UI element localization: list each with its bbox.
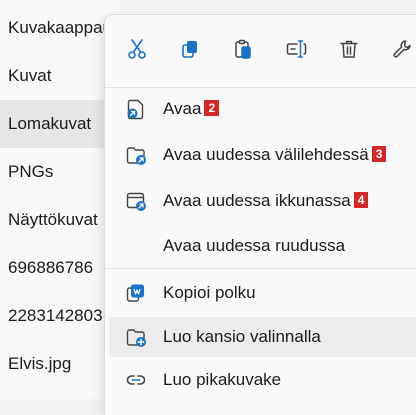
menu-item-label: Avaa 2 xyxy=(163,99,220,119)
new-tab-icon xyxy=(125,144,147,166)
file-name: Kuvat xyxy=(8,66,52,85)
menu-item-open-new-window[interactable]: Avaa uudessa ikkunassa 4 xyxy=(109,181,416,221)
file-item[interactable]: Kuvat xyxy=(0,52,120,100)
file-item[interactable]: Kuvakaappaukset xyxy=(0,4,120,52)
file-item[interactable]: 696886786 xyxy=(0,244,120,292)
file-name: Lomakuvat xyxy=(8,114,92,133)
file-name: Elvis.jpg xyxy=(8,354,72,373)
shortcut-badge: 3 xyxy=(371,146,387,162)
file-item[interactable]: PNGs xyxy=(0,148,120,196)
paste-button[interactable] xyxy=(227,35,259,67)
settings-button[interactable] xyxy=(386,35,416,67)
copy-button[interactable] xyxy=(174,35,206,67)
file-name: PNGs xyxy=(8,162,54,181)
file-item[interactable]: Elvis.jpg xyxy=(0,340,120,388)
divider xyxy=(105,87,416,88)
file-name: 2283142803 xyxy=(8,306,103,325)
menu-item-open-new-tab[interactable]: Avaa uudessa välilehdessä 3 xyxy=(109,135,416,175)
menu-item-create-shortcut[interactable]: Luo pikakuvake xyxy=(109,360,416,400)
copy-path-icon xyxy=(125,282,147,304)
cut-icon xyxy=(126,38,148,65)
folder-add-icon xyxy=(125,326,147,348)
delete-icon xyxy=(338,38,360,65)
settings-icon xyxy=(391,38,413,65)
file-name: 696886786 xyxy=(8,258,94,277)
menu-item-label: Avaa uudessa ikkunassa 4 xyxy=(163,191,369,211)
menu-item-open[interactable]: Avaa 2 xyxy=(109,89,416,129)
copy-icon xyxy=(179,38,201,65)
file-item[interactable]: 2283142803 xyxy=(0,292,120,340)
file-item-selected[interactable]: Lomakuvat xyxy=(0,100,120,148)
menu-item-label: Avaa uudessa ruudussa xyxy=(163,236,346,255)
cut-button[interactable] xyxy=(121,35,153,67)
paste-icon xyxy=(232,38,254,65)
menu-item-label: Avaa uudessa välilehdessä 3 xyxy=(163,145,387,165)
context-toolbar xyxy=(105,15,416,87)
menu-item-open-new-pane[interactable]: Avaa uudessa ruudussa xyxy=(109,226,416,266)
file-list: Kuvakaappaukset Kuvat Lomakuvat PNGs Näy… xyxy=(0,0,120,399)
divider xyxy=(105,268,416,269)
shortcut-badge: 4 xyxy=(353,192,369,208)
menu-item-label: Kopioi polku xyxy=(163,283,256,302)
link-icon xyxy=(125,369,147,391)
rename-button[interactable] xyxy=(280,35,312,67)
new-window-icon xyxy=(125,190,147,212)
menu-item-label: Luo pikakuvake xyxy=(163,370,282,389)
file-item[interactable]: Näyttökuvat xyxy=(0,196,120,244)
menu-item-label: Luo kansio valinnalla xyxy=(163,327,321,346)
open-file-icon xyxy=(125,98,147,120)
rename-icon xyxy=(285,38,307,65)
context-menu: Avaa 2 Avaa uudessa välilehdessä 3 Avaa uu… xyxy=(104,14,416,415)
delete-button[interactable] xyxy=(333,35,365,67)
shortcut-badge: 2 xyxy=(204,100,220,116)
menu-item-new-folder-with-selection[interactable]: Luo kansio valinnalla xyxy=(109,317,416,357)
file-name: Näyttökuvat xyxy=(8,210,98,229)
menu-item-copy-path[interactable]: Kopioi polku xyxy=(109,273,416,313)
